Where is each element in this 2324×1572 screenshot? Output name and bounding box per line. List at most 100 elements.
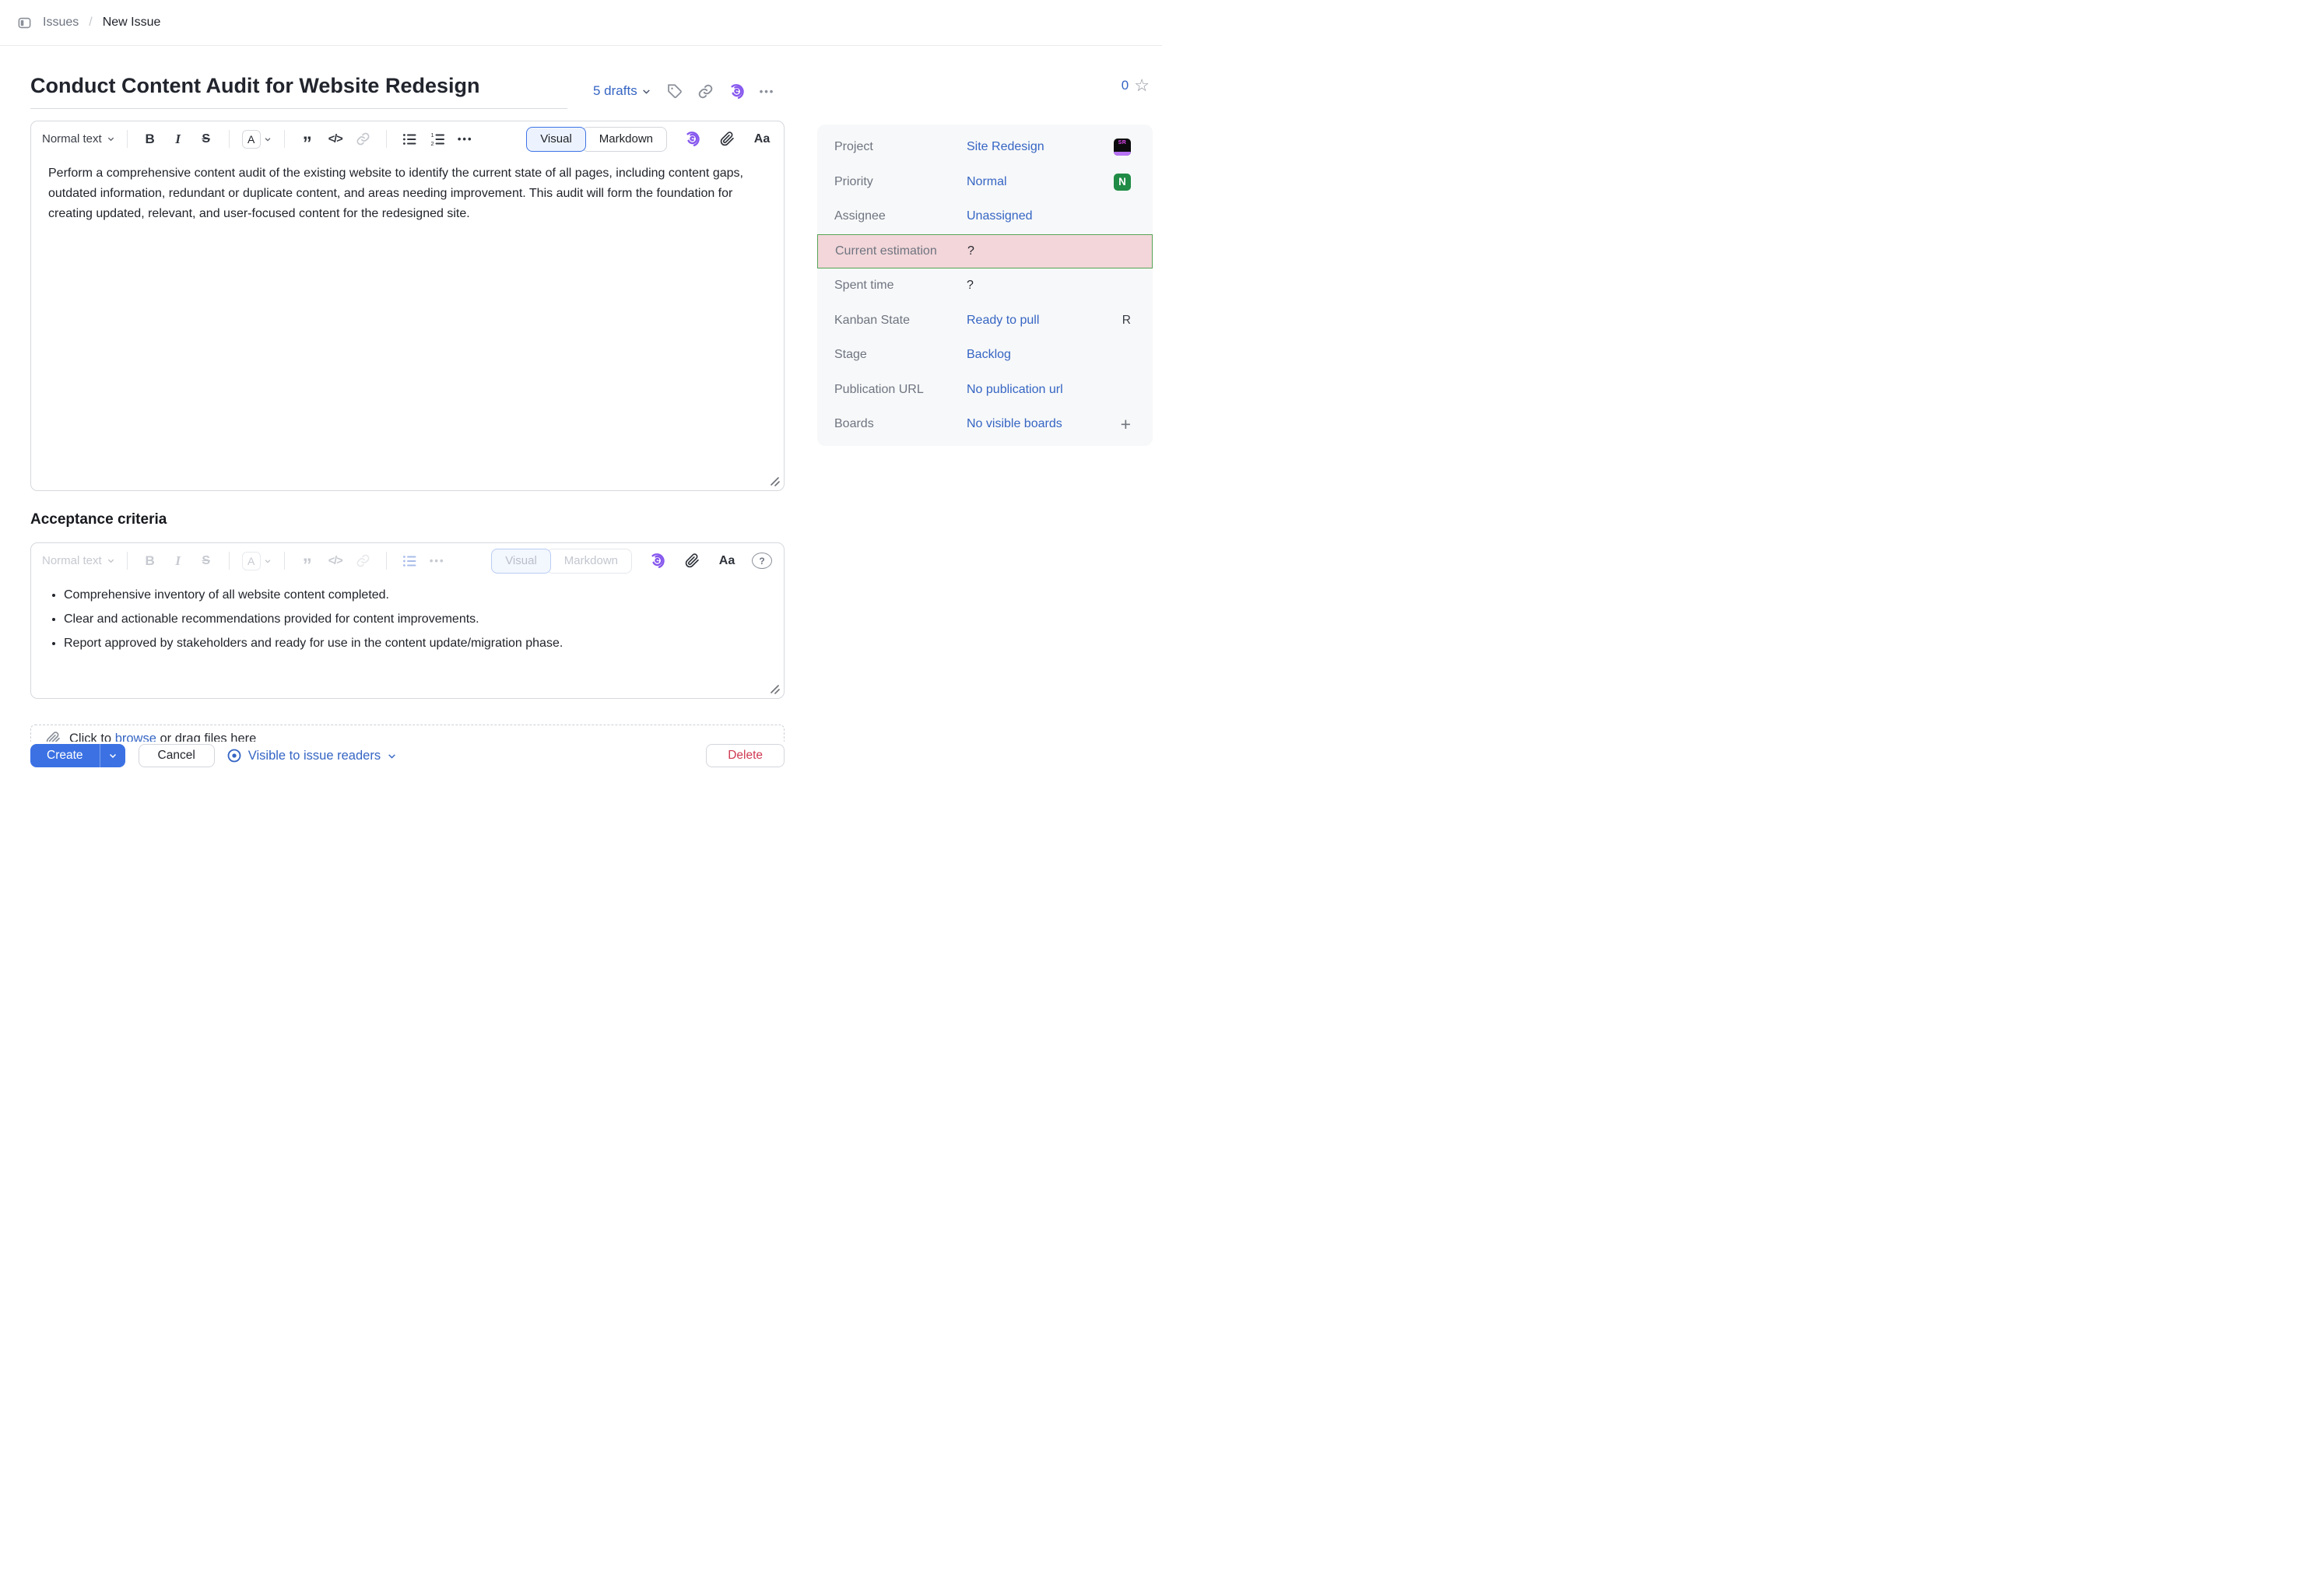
resize-handle[interactable] [770, 684, 780, 694]
code-button[interactable]: </> [325, 128, 346, 151]
insert-link-button[interactable] [353, 128, 374, 151]
description-text[interactable]: Perform a comprehensive content audit of… [31, 156, 784, 231]
text-size-button[interactable]: Aa [752, 128, 772, 151]
acceptance-item[interactable]: Clear and actionable recommendations pro… [64, 607, 784, 631]
numbered-list-button[interactable]: 1 2 [427, 128, 448, 151]
paragraph-style-select[interactable]: Normal text [39, 132, 118, 146]
field-label: Assignee [834, 209, 967, 223]
acceptance-item[interactable]: Report approved by stakeholders and read… [64, 631, 784, 655]
toolbar-more-icon[interactable]: ••• [455, 128, 476, 151]
priority-badge: N [1114, 174, 1131, 191]
field-label: Priority [834, 175, 967, 189]
code-button[interactable]: </> [325, 549, 346, 573]
field-value[interactable]: Backlog [967, 348, 1011, 362]
acceptance-list[interactable]: Comprehensive inventory of all website c… [31, 583, 784, 655]
chevron-down-icon [641, 86, 651, 96]
insert-link-button[interactable] [353, 549, 374, 573]
field-row-project[interactable]: Project Site Redesign SR [817, 130, 1153, 165]
markdown-tab[interactable]: Markdown [546, 549, 632, 574]
field-value[interactable]: No visible boards [967, 417, 1062, 431]
bold-button[interactable]: B [140, 549, 160, 573]
field-row-spent-time[interactable]: Spent time ? [817, 268, 1153, 304]
toolbar-divider [127, 552, 128, 570]
field-value[interactable]: Unassigned [967, 209, 1033, 223]
drafts-dropdown[interactable]: 5 drafts [593, 83, 651, 99]
title-controls: 5 drafts ••• [593, 79, 774, 103]
toolbar-right-icons: Aa [678, 128, 776, 151]
field-row-assignee[interactable]: Assignee Unassigned [817, 199, 1153, 234]
visibility-dropdown[interactable]: Visible to issue readers [226, 744, 397, 767]
ai-assistant-icon[interactable] [647, 549, 667, 573]
help-icon[interactable]: ? [752, 553, 772, 569]
strikethrough-button[interactable]: S [196, 128, 216, 151]
field-row-publication-url[interactable]: Publication URL No publication url [817, 373, 1153, 408]
field-label: Current estimation [835, 244, 967, 258]
text-color-button[interactable]: A [242, 552, 272, 570]
toolbar-divider [284, 552, 285, 570]
visual-tab[interactable]: Visual [526, 127, 586, 152]
toolbar-more-icon[interactable]: ••• [427, 549, 448, 573]
field-value[interactable]: Normal [967, 175, 1007, 189]
acceptance-item[interactable]: Comprehensive inventory of all website c… [64, 583, 784, 607]
chevron-down-icon [264, 135, 272, 143]
quote-button[interactable]: ” [297, 554, 318, 577]
ai-assistant-icon[interactable] [728, 83, 745, 100]
description-toolbar: Normal text B I S A ” </> [31, 121, 784, 156]
toolbar-divider [386, 130, 387, 148]
visual-tab[interactable]: Visual [491, 549, 551, 574]
strikethrough-button[interactable]: S [196, 549, 216, 573]
field-value[interactable]: No publication url [967, 383, 1063, 397]
field-row-kanban-state[interactable]: Kanban State Ready to pull R [817, 304, 1153, 339]
bullet-list-button[interactable] [399, 128, 420, 151]
text-color-button[interactable]: A [242, 130, 272, 149]
field-row-priority[interactable]: Priority Normal N [817, 165, 1153, 200]
toolbar-divider [127, 130, 128, 148]
cancel-button[interactable]: Cancel [139, 744, 215, 767]
top-header: Issues / New Issue [0, 0, 1162, 46]
issue-title-input[interactable]: Conduct Content Audit for Website Redesi… [30, 74, 567, 109]
quote-button[interactable]: ” [297, 132, 318, 156]
sidebar-toggle-icon[interactable] [16, 14, 33, 31]
star-icon[interactable]: ☆ [1134, 77, 1150, 94]
attachment-icon[interactable] [682, 549, 702, 573]
field-value[interactable]: ? [967, 279, 974, 293]
field-value[interactable]: ? [967, 244, 974, 258]
acceptance-criteria-heading: Acceptance criteria [30, 511, 167, 528]
create-options-button[interactable] [100, 744, 125, 767]
project-avatar-initials: SR [1114, 140, 1131, 146]
italic-button[interactable]: I [168, 549, 188, 573]
toolbar-divider [229, 130, 230, 148]
chevron-down-icon [387, 751, 397, 761]
field-row-boards[interactable]: Boards No visible boards + [817, 407, 1153, 442]
field-row-stage[interactable]: Stage Backlog [817, 338, 1153, 373]
more-actions-icon[interactable]: ••• [760, 86, 775, 97]
acceptance-editor: Normal text B I S A ” </> [30, 542, 785, 699]
field-label: Kanban State [834, 314, 967, 328]
link-icon[interactable] [697, 83, 714, 100]
delete-button[interactable]: Delete [706, 744, 785, 767]
field-label: Spent time [834, 279, 967, 293]
breadcrumb-issues[interactable]: Issues [43, 16, 79, 30]
field-label: Stage [834, 348, 967, 362]
bullet-list-button-active[interactable] [399, 549, 420, 573]
create-button[interactable]: Create [30, 744, 100, 767]
chevron-down-icon [264, 557, 272, 565]
resize-handle[interactable] [770, 476, 780, 486]
text-size-button[interactable]: Aa [717, 549, 737, 573]
tag-icon[interactable] [666, 83, 683, 100]
markdown-tab[interactable]: Markdown [581, 127, 667, 152]
description-editor: Normal text B I S A ” </> [30, 121, 785, 491]
italic-button[interactable]: I [168, 128, 188, 151]
paragraph-style-select[interactable]: Normal text [39, 554, 118, 567]
field-row-current-estimation-highlighted[interactable]: Current estimation ? [817, 234, 1153, 269]
chevron-down-icon [107, 135, 115, 143]
add-board-plus-icon[interactable]: + [1121, 416, 1131, 433]
svg-text:2: 2 [430, 140, 434, 147]
ai-assistant-icon[interactable] [682, 128, 702, 151]
field-value[interactable]: Site Redesign [967, 140, 1044, 154]
toolbar-divider [284, 130, 285, 148]
field-label: Boards [834, 417, 967, 431]
bold-button[interactable]: B [140, 128, 160, 151]
field-value[interactable]: Ready to pull [967, 314, 1039, 328]
attachment-icon[interactable] [717, 128, 737, 151]
